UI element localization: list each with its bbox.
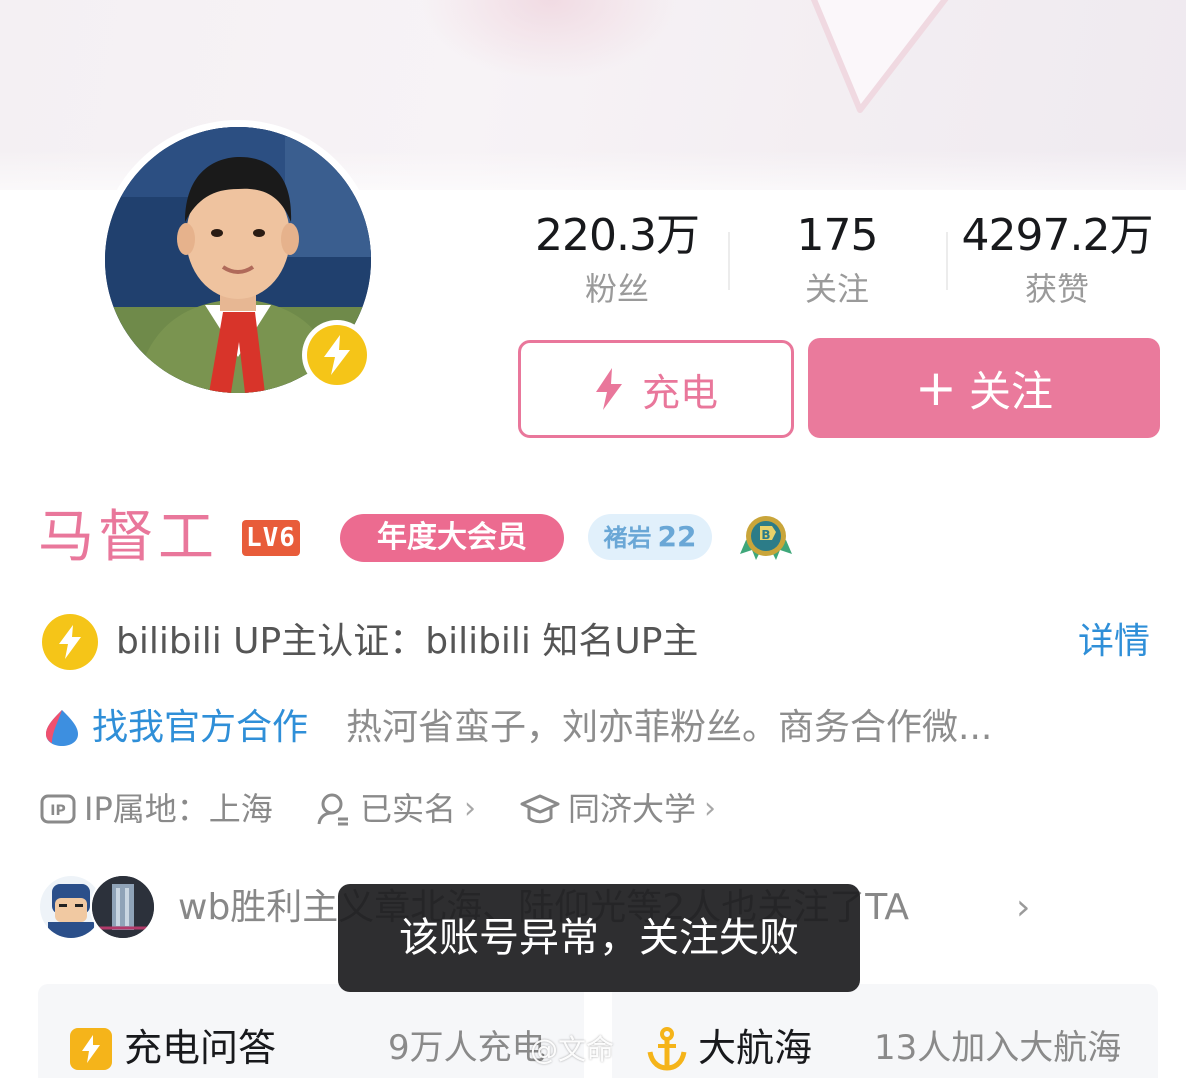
stat-fans[interactable]: 220.3万 粉丝 — [512, 208, 722, 314]
mutual-follower-avatar[interactable] — [90, 874, 156, 940]
charge-button-label: 充电 — [641, 370, 718, 415]
toast-message: 该账号异常，关注失败 — [338, 884, 860, 992]
achievement-badge-icon[interactable]: B — [738, 510, 794, 566]
realname-status[interactable]: 已实名 › — [316, 786, 476, 832]
stat-value: 4297.2万 — [961, 210, 1154, 261]
stat-label: 粉丝 — [584, 270, 649, 308]
level-badge[interactable]: LV6 — [242, 520, 300, 556]
ip-location-text: IP属地：上海 — [84, 790, 273, 828]
vip-badge[interactable]: 年度大会员 — [340, 514, 564, 562]
ip-location: IP IP属地：上海 — [40, 786, 273, 832]
cooperation-icon — [46, 710, 78, 746]
username: 马督工 — [38, 505, 218, 570]
fan-medal[interactable]: 褚岩 22 — [588, 514, 712, 560]
anchor-icon — [647, 1027, 687, 1071]
chevron-right-icon: › — [704, 791, 717, 826]
chevron-right-icon[interactable]: › — [1016, 880, 1030, 936]
lightning-icon — [82, 1035, 100, 1063]
svg-text:IP: IP — [50, 803, 65, 819]
charge-qa-count: 9万人充电 — [388, 1028, 546, 1068]
lightning-icon — [324, 335, 350, 375]
fleet-count: 13人加入大航海 — [874, 1028, 1122, 1068]
watermark: @文命 — [530, 1033, 615, 1066]
banner-decoration — [420, 0, 680, 80]
banner-triangle-decoration — [810, 0, 949, 113]
stat-label: 关注 — [804, 270, 869, 308]
fan-medal-level: 22 — [657, 520, 697, 553]
realname-text: 已实名 — [360, 790, 457, 828]
plus-icon: + — [915, 359, 957, 417]
verification-text: bilibili UP主认证：bilibili 知名UP主 — [116, 621, 699, 662]
stat-value: 175 — [796, 210, 879, 261]
stat-divider — [728, 232, 730, 290]
avatar[interactable] — [98, 120, 378, 400]
stat-divider — [946, 232, 948, 290]
svg-text:B: B — [761, 528, 770, 542]
fan-medal-name: 褚岩 — [603, 524, 652, 552]
charge-button[interactable]: 充电 — [518, 340, 794, 438]
lightning-icon — [59, 625, 81, 659]
stat-value: 220.3万 — [535, 210, 700, 261]
follow-button-label: 关注 — [968, 366, 1053, 416]
verification-detail-link[interactable]: 详情 — [1078, 614, 1150, 670]
lightning-icon — [595, 368, 622, 410]
stat-likes[interactable]: 4297.2万 获赞 — [952, 208, 1162, 314]
school-info[interactable]: 同济大学 › — [520, 786, 716, 832]
school-text: 同济大学 — [568, 790, 697, 828]
stat-label: 获赞 — [1024, 270, 1089, 308]
up-verified-badge — [302, 320, 372, 390]
bio-text[interactable]: 热河省蛮子，刘亦菲粉丝。商务合作微... — [346, 700, 992, 756]
charge-qa-title: 充电问答 — [124, 1026, 277, 1070]
charge-qa-icon — [70, 1028, 112, 1070]
user-verified-icon — [317, 793, 348, 826]
official-cooperation-link[interactable]: 找我官方合作 — [92, 700, 308, 756]
verified-icon — [42, 614, 98, 670]
graduation-cap-icon — [520, 794, 560, 824]
fleet-title: 大航海 — [698, 1026, 813, 1070]
chevron-right-icon: › — [464, 791, 477, 826]
ip-icon: IP — [40, 794, 76, 824]
follow-button[interactable]: + 关注 — [808, 338, 1160, 438]
stat-following[interactable]: 175 关注 — [732, 208, 942, 314]
